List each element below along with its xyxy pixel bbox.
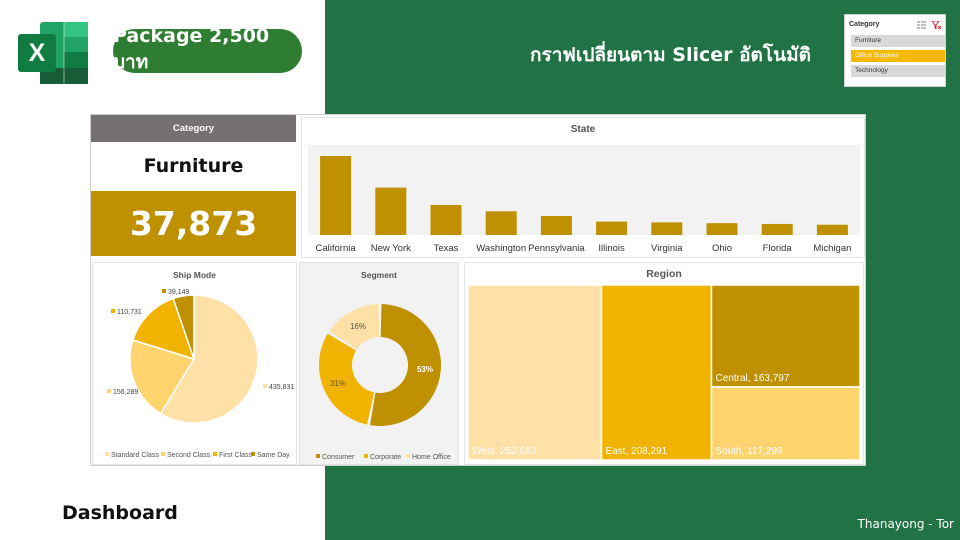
x-tick-label: Illinois [598,243,625,254]
data-label: 53% [417,365,433,374]
data-label: 16% [350,322,366,331]
x-tick-label: Texas [434,243,459,254]
data-label-marker [107,389,111,393]
state-chart-panel: State California New York Texas Washington P… [301,117,865,258]
bar-florida [761,223,793,235]
svg-text:X: X [29,39,46,67]
segment-chart-panel: Segment 53% 31% 16% Consumer Corporate Home O… [299,262,459,465]
region-treemap-chart: West, 252,613 East, 208,291 Central, 163,7… [467,284,861,461]
legend-swatch [105,452,109,456]
slicer-item-technology[interactable]: Technology [851,65,945,77]
package-price-badge: Package 2,500 บาท [113,25,302,73]
x-tick-label: Michigan [813,243,851,254]
data-label: 435,831 [269,384,294,391]
headline-text: กราฟเปลี่ยนตาม Slicer อัตโนมัติ [530,44,811,66]
slicer-item-furniture[interactable]: Furniture [851,35,945,47]
treemap-label: West, 252,613 [472,446,537,457]
legend-entry: Home Office [412,454,451,461]
multi-select-icon[interactable] [917,21,926,29]
data-label: 156,289 [113,389,138,396]
legend-entry: Corporate [370,454,401,461]
bar-ohio [706,223,738,235]
legend-swatch [251,452,255,456]
legend-swatch [364,454,368,458]
x-tick-label: California [316,243,357,254]
data-label: 39,149 [168,289,190,296]
treemap-label: East, 208,291 [605,446,667,457]
data-label-marker [263,384,267,388]
bar-texas [430,204,462,235]
bar-california [320,156,352,235]
dashboard-frame: Category Furniture 37,873 State Californ… [90,114,866,466]
bar-illinois [596,221,628,235]
treemap-tile-east [600,284,713,461]
category-card-name: Furniture [143,155,244,177]
legend-swatch [213,452,217,456]
category-card-value: 37,873 [91,191,296,256]
data-label: 31% [330,379,346,388]
treemap-label: Central, 163,797 [715,373,789,384]
slicer-title: Category [849,21,880,28]
category-card-header: Category [91,115,296,142]
donut-slice-corporate [319,333,375,425]
clear-filter-icon[interactable] [932,20,941,29]
treemap-tile-central [710,284,861,388]
treemap-tile-west [467,284,603,461]
state-bar-chart: California New York Texas Washington Pennsyl… [308,145,860,254]
x-tick-label: Virginia [651,243,683,254]
slicer-item-office-supplies[interactable]: Office Supplies [851,50,945,62]
segment-donut-chart: 53% 31% 16% Consumer Corporate Home Office [316,304,451,461]
data-label: 110,731 [117,309,142,316]
legend-entry: Consumer [322,454,355,461]
x-tick-label: New York [371,243,411,254]
excel-logo-icon: X [18,20,90,86]
x-tick-label: Pennsylvania [528,243,585,254]
legend-swatch [406,454,410,458]
x-tick-label: Ohio [712,243,732,254]
x-tick-label: Washington [476,243,526,254]
author-credit: Thanayong - Tor [857,517,954,531]
dashboard-label: Dashboard [62,502,178,524]
bar-new-york [375,187,407,235]
legend-entry: First Class [219,452,253,459]
treemap-label: South, 117,299 [715,446,783,457]
data-label-marker [111,309,115,313]
legend-entry: Standard Class [111,452,159,459]
legend-swatch [161,452,165,456]
bar-michigan [816,224,848,235]
x-tick-label: Florida [763,243,793,254]
region-chart-panel: Region West, 252,613 East, 208,291 Central… [464,262,864,465]
data-label-marker [162,289,166,293]
ship-mode-pie-chart: 435,831 156,289 110,731 39,149 Standard Clas… [105,289,294,459]
legend-entry: Second Class [167,452,211,459]
legend-swatch [316,454,320,458]
bar-virginia [651,222,683,235]
bar-pennsylvania [540,216,572,235]
legend-entry: Same Day [257,452,290,459]
ship-mode-chart-panel: Ship Mode 435,831 156,289 110,731 39,149 Sta… [92,262,297,465]
bar-washington [485,211,517,235]
category-slicer[interactable]: Category Furniture Office Supplies Techn… [844,14,946,87]
